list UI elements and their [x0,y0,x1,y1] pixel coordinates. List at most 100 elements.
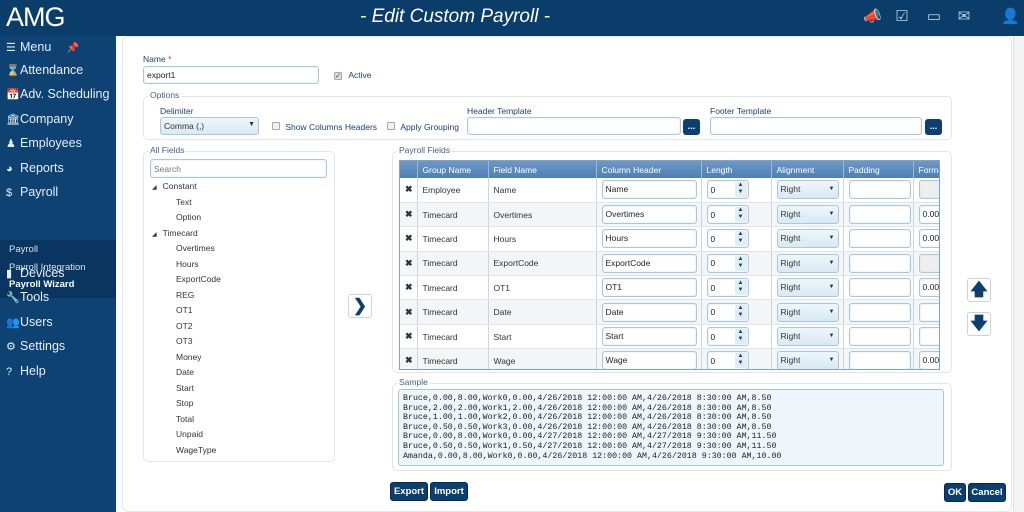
page-scrollbar[interactable] [1013,36,1024,512]
sample-output[interactable]: Bruce,0.00,8.00,Work0,0.00,4/26/2018 12:… [398,389,944,466]
tree-item[interactable]: Start [176,383,194,393]
column-header-input[interactable]: OT1 [601,278,697,298]
remove-icon[interactable]: ✖ [400,275,418,301]
submenu-item[interactable]: Payroll Wizard [9,279,74,290]
megaphone-icon[interactable]: 📣 [863,8,882,26]
mail-icon[interactable]: ✉ [955,8,973,26]
format-input[interactable]: 0.00 [918,205,939,225]
sidebar-item-reports[interactable]: ◕ Reports [6,161,64,175]
padding-input[interactable] [848,229,911,249]
tree-item[interactable]: OT3 [176,336,193,346]
header-template-browse-button[interactable]: ... [683,119,700,135]
spinner-arrows-icon[interactable]: ▲ ▼ [734,353,747,369]
collapse-triangle-icon[interactable]: ◢ [152,185,157,191]
padding-input[interactable] [848,327,911,347]
tree-item[interactable]: Option [176,212,201,222]
length-stepper[interactable]: 0 ▲ ▼ [706,180,749,200]
length-stepper[interactable]: 0 ▲ ▼ [706,205,749,225]
sidebar-item-payroll[interactable]: $ Payroll [6,185,58,199]
tree-item[interactable]: Money [176,352,202,362]
alignment-select[interactable]: Right ▼ [776,278,839,298]
sidebar-item-attendance[interactable]: ⌛Attendance [6,63,83,77]
remove-icon[interactable]: ✖ [400,299,418,325]
padding-input[interactable] [848,205,911,225]
length-stepper[interactable]: 0 ▲ ▼ [706,278,749,298]
padding-input[interactable] [848,180,911,200]
move-down-button[interactable]: 🡇 [967,312,991,336]
remove-icon[interactable]: ✖ [400,202,418,228]
length-stepper[interactable]: 0 ▲ ▼ [706,229,749,249]
tree-item[interactable]: Text [176,197,192,207]
column-header-input[interactable]: Start [601,327,697,347]
padding-input[interactable] [848,302,911,322]
sidebar-item-tools[interactable]: 🔧Tools [6,290,49,304]
export-button[interactable]: Export [390,482,428,501]
alignment-select[interactable]: Right ▼ [776,253,839,273]
fields-search-input[interactable] [150,159,327,178]
length-stepper[interactable]: 0 ▲ ▼ [706,302,749,322]
move-up-button[interactable]: 🡅 [967,278,991,302]
tree-item[interactable]: REG [176,290,194,300]
pin-icon[interactable]: 📌 [67,43,79,54]
alignment-select[interactable]: Right ▼ [776,302,839,322]
format-input[interactable]: 0.00 [918,229,939,249]
spinner-arrows-icon[interactable]: ▲ ▼ [734,329,747,345]
column-header-input[interactable]: Date [601,302,697,322]
length-stepper[interactable]: 0 ▲ ▼ [706,327,749,347]
tree-item[interactable]: Date [176,367,194,377]
tree-item[interactable]: Unpaid [176,429,203,439]
tree-item[interactable]: OT1 [176,305,193,315]
format-input[interactable]: 0.00 [918,351,939,369]
spinner-arrows-icon[interactable]: ▲ ▼ [734,207,747,223]
sidebar-item-employees[interactable]: ♟ Employees [6,136,82,150]
calendar-check-icon[interactable]: ☑ [893,8,911,26]
spinner-arrows-icon[interactable]: ▲ ▼ [734,231,747,247]
padding-input[interactable] [848,351,911,369]
cancel-button[interactable]: Cancel [968,483,1006,502]
name-input[interactable] [143,66,319,84]
sidebar-item-adv-scheduling[interactable]: 📅Adv. Scheduling [6,87,109,101]
column-header-input[interactable]: Overtimes [601,205,697,225]
remove-icon[interactable]: ✖ [400,348,418,369]
calendar-icon[interactable]: ▭ [925,8,943,26]
user-icon[interactable]: 👤 [1001,8,1020,26]
delimiter-select[interactable]: Comma (,) ▼ [160,117,259,135]
length-stepper[interactable]: 0 ▲ ▼ [706,351,749,369]
sidebar-item-help[interactable]: ? Help [6,364,46,378]
collapse-triangle-icon[interactable]: ◢ [152,232,157,238]
sidebar-item-company[interactable]: 🏛Company [6,112,74,126]
footer-template-browse-button[interactable]: ... [925,119,942,135]
remove-icon[interactable]: ✖ [400,178,418,203]
tree-group[interactable]: ◢ Constant [152,181,197,191]
tree-item[interactable]: WageType [176,445,216,455]
length-stepper[interactable]: 0 ▲ ▼ [706,253,749,273]
column-header-input[interactable]: Wage [601,351,697,369]
tree-item[interactable]: ExportCode [176,274,221,284]
add-field-button[interactable]: ❯ [348,294,372,318]
active-checkbox[interactable]: ✓ [334,72,342,80]
tree-group[interactable]: ◢ Timecard [152,228,198,238]
spinner-arrows-icon[interactable]: ▲ ▼ [734,304,747,320]
alignment-select[interactable]: Right ▼ [776,180,839,200]
tree-item[interactable]: Overtimes [176,243,215,253]
alignment-select[interactable]: Right ▼ [776,327,839,347]
ok-button[interactable]: OK [944,483,966,502]
import-button[interactable]: Import [430,482,468,501]
alignment-select[interactable]: Right ▼ [776,351,839,369]
footer-template-input[interactable] [710,117,922,135]
column-header-input[interactable]: Hours [601,229,697,249]
alignment-select[interactable]: Right ▼ [776,205,839,225]
format-input[interactable] [918,327,939,347]
remove-icon[interactable]: ✖ [400,251,418,277]
header-template-input[interactable] [467,117,681,135]
apply-grouping-checkbox[interactable] [387,122,395,130]
remove-icon[interactable]: ✖ [400,324,418,350]
alignment-select[interactable]: Right ▼ [776,229,839,249]
show-headers-checkbox[interactable] [272,122,280,130]
sidebar-item-users[interactable]: 👥Users [6,315,53,329]
column-header-input[interactable]: Name [601,180,697,200]
sidebar-item-settings[interactable]: ⚙ Settings [6,339,65,353]
tree-item[interactable]: Total [176,414,194,424]
tree-item[interactable]: OT2 [176,321,193,331]
tree-item[interactable]: Stop [176,398,194,408]
